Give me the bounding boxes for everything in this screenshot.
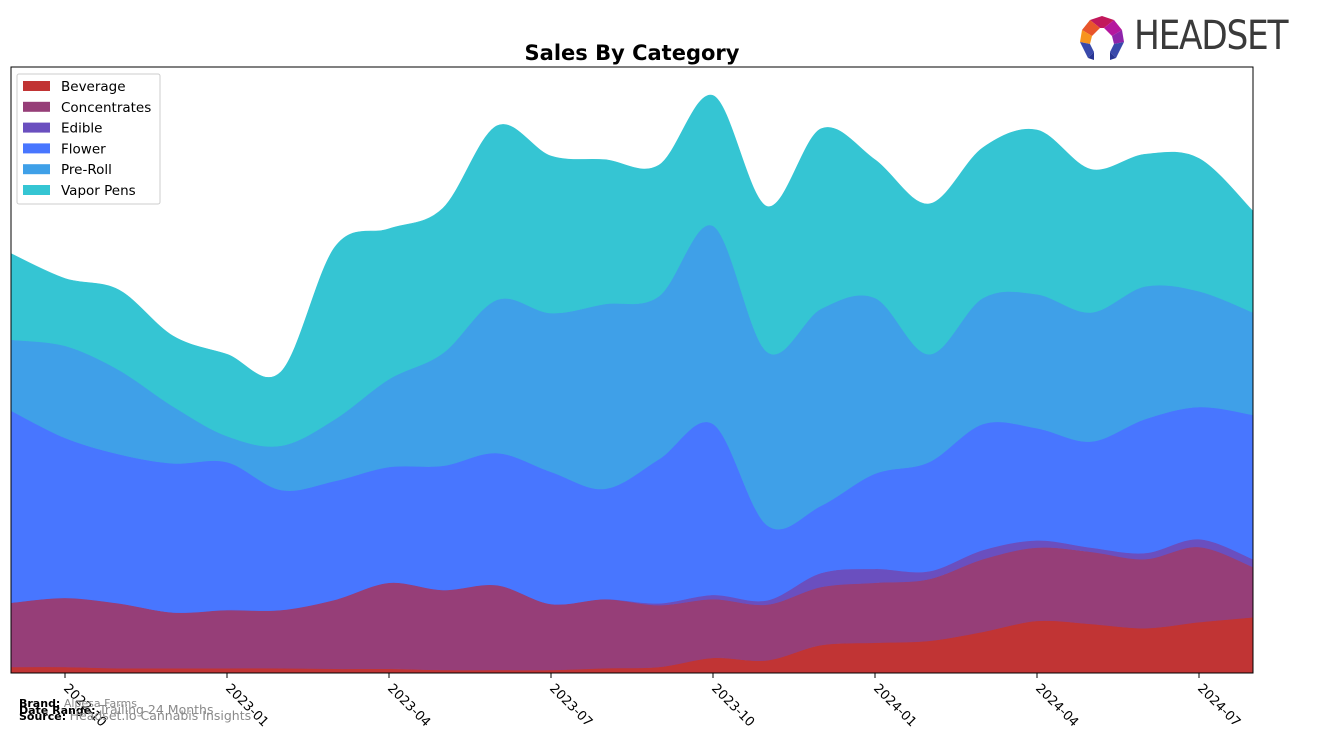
- x-tick-label: 2023-10: [708, 681, 757, 730]
- legend-label-pre-roll: Pre-Roll: [61, 162, 112, 178]
- legend-label-flower: Flower: [61, 141, 106, 157]
- legend-swatch-beverage: [23, 81, 50, 91]
- headset-logo: HEADSET: [1078, 12, 1308, 62]
- x-tick-label: 2024-07: [1194, 681, 1243, 730]
- legend-swatch-edible: [23, 122, 50, 133]
- source-value: Headset.io Cannabis Insights: [69, 708, 252, 723]
- legend-label-beverage: Beverage: [61, 79, 126, 95]
- headset-logo-icon: [1080, 16, 1124, 60]
- source-label: Source:: [19, 710, 67, 723]
- headset-logo-text: HEADSET: [1134, 13, 1288, 59]
- legend-swatch-vapor-pens: [23, 185, 50, 195]
- x-tick-label: 2024-04: [1032, 681, 1081, 730]
- legend-label-vapor-pens: Vapor Pens: [61, 183, 136, 199]
- stacked-areas: [10, 95, 1254, 674]
- legend-swatch-concentrates: [23, 101, 50, 112]
- legend: Beverage Concentrates Edible Flower Pre-Roll…: [16, 73, 161, 205]
- x-tick-label: 2023-07: [546, 681, 595, 730]
- sales-by-category-chart: Sales By Category 2022-10 2023-01 2023-04 2…: [10, 41, 1254, 730]
- legend-swatch-flower: [23, 143, 50, 154]
- x-tick-label: 2024-01: [870, 681, 919, 730]
- x-tick-label: 2023-04: [384, 681, 433, 730]
- legend-label-edible: Edible: [61, 121, 102, 137]
- footer-source: Source: Headset.io Cannabis Insights: [19, 708, 252, 723]
- legend-label-concentrates: Concentrates: [61, 100, 151, 116]
- chart-title: Sales By Category: [525, 41, 740, 65]
- legend-swatch-pre-roll: [23, 164, 50, 175]
